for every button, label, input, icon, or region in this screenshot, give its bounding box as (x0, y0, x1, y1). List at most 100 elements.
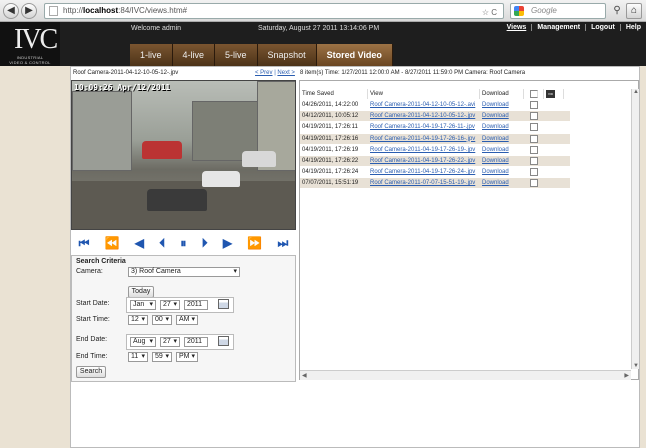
reverse-play-icon[interactable]: ◀ (135, 236, 144, 250)
end-month-select[interactable]: Aug (130, 337, 156, 347)
select-all-checkbox[interactable] (530, 90, 538, 98)
end-day-select[interactable]: 27 (160, 337, 180, 347)
home-icon[interactable]: ⌂ (626, 3, 642, 19)
reload-icon[interactable]: C (491, 8, 497, 17)
start-month-select[interactable]: Jan (130, 300, 156, 310)
row-time: 04/19/2011, 17:26:24 (302, 169, 359, 176)
search-go-icon[interactable]: ⚲ (610, 3, 624, 19)
scroll-left-icon[interactable]: ◀ (302, 372, 307, 379)
end-calendar-icon[interactable] (218, 336, 229, 346)
step-back-icon[interactable]: ⏴ (159, 236, 165, 251)
end-ampm-select[interactable]: PM (176, 352, 198, 362)
row-checkbox[interactable] (530, 145, 538, 154)
last-frame-icon[interactable]: ⏭ (277, 236, 288, 251)
header-download[interactable]: Download (480, 89, 524, 99)
header-view[interactable]: View (368, 89, 480, 99)
company-logo: IVC INDUSTRIAL VIDEO & CONTROL (0, 22, 60, 66)
bookmark-star-icon[interactable]: ☆ (482, 8, 489, 17)
video-frame[interactable]: 10:09:26 Apr/12/2011 (71, 80, 296, 230)
menu-logout[interactable]: Logout (585, 24, 620, 31)
vertical-scrollbar[interactable]: ▲ ▼ (631, 89, 639, 369)
top-menu: Views Management Logout Help (502, 24, 646, 31)
rewind-fast-icon[interactable]: ⏪ (105, 236, 120, 250)
row-select[interactable] (524, 111, 544, 121)
forward-button[interactable]: ▶ (21, 3, 37, 19)
row-select[interactable] (524, 100, 544, 110)
video-car (242, 151, 276, 167)
header-time-saved[interactable]: Time Saved (300, 89, 368, 99)
row-time: 07/07/2011, 15:51:19 (302, 180, 359, 187)
header-select-all[interactable] (524, 89, 544, 99)
tab-1-live[interactable]: 1-live (130, 44, 173, 66)
camera-select[interactable]: 3) Roof Camera (128, 267, 240, 277)
next-link[interactable]: Next > (277, 70, 295, 76)
row-checkbox[interactable] (530, 134, 538, 143)
row-select[interactable] (524, 122, 544, 132)
row-select[interactable] (524, 156, 544, 166)
start-hour-select[interactable]: 12 (128, 315, 148, 325)
back-button[interactable]: ◀ (3, 3, 19, 19)
page-icon (49, 6, 58, 16)
menu-management[interactable]: Management (531, 24, 585, 31)
play-icon[interactable]: ▶ (223, 236, 232, 250)
menu-views[interactable]: Views (502, 24, 532, 31)
row-view-link[interactable]: Roof Camera-2011-04-12-10-05-12-.avi (368, 100, 480, 110)
row-select[interactable] (524, 134, 544, 144)
tab-5-live[interactable]: 5-live (215, 44, 258, 66)
row-view-link[interactable]: Roof Camera-2011-04-19-17-26-16-.jpv (368, 134, 480, 144)
tab-4-live[interactable]: 4-live (172, 44, 216, 66)
scroll-up-icon[interactable]: ▲ (633, 89, 639, 95)
start-calendar-icon[interactable] (218, 299, 229, 309)
tab-stored-video[interactable]: Stored Video (316, 44, 393, 66)
row-view-link[interactable]: Roof Camera-2011-04-19-17-26-22-.jpv (368, 156, 480, 166)
fast-forward-icon[interactable]: ⏩ (247, 236, 262, 250)
row-select[interactable] (524, 145, 544, 155)
tab-snapshot[interactable]: Snapshot (257, 44, 317, 66)
row-download-link[interactable]: Download (480, 145, 524, 155)
row-download-link[interactable]: Download (480, 100, 524, 110)
row-download-link[interactable]: Download (480, 167, 524, 177)
end-minute-select[interactable]: 59 (152, 352, 172, 362)
first-frame-icon[interactable]: ⏮ (79, 236, 90, 251)
row-checkbox[interactable] (530, 123, 538, 132)
end-year-input[interactable]: 2011 (184, 337, 208, 347)
row-checkbox[interactable] (530, 112, 538, 121)
row-view-link[interactable]: Roof Camera-2011-04-19-17-26-24-.jpv (368, 167, 480, 177)
row-checkbox[interactable] (530, 157, 538, 165)
row-select[interactable] (524, 178, 544, 188)
row-download-link[interactable]: Download (480, 178, 524, 188)
start-day-select[interactable]: 27 (160, 300, 180, 310)
row-download-link[interactable]: Download (480, 122, 524, 132)
end-hour-select[interactable]: 11 (128, 352, 148, 362)
scroll-down-icon[interactable]: ▼ (633, 363, 639, 369)
start-minute-select[interactable]: 00 (152, 315, 172, 325)
step-forward-icon[interactable]: ⏵ (202, 236, 208, 251)
results-table: Time Saved View Download VID 04/26/2011,… (299, 80, 639, 380)
table-row: 04/19/2011, 17:26:19 Roof Camera-2011-04-… (300, 145, 570, 155)
row-view-link[interactable]: Roof Camera-2011-04-19-17-26-19-.jpv (368, 145, 480, 155)
row-view-link[interactable]: Roof Camera-2011-04-19-17-26-11-.jpv (368, 122, 480, 132)
horizontal-scrollbar[interactable]: ◀ ▶ (300, 370, 631, 380)
scroll-right-icon[interactable]: ▶ (624, 372, 629, 379)
menu-help[interactable]: Help (619, 24, 646, 31)
row-checkbox[interactable] (530, 168, 538, 177)
start-ampm-select[interactable]: AM (176, 315, 198, 325)
row-download-link[interactable]: Download (480, 111, 524, 121)
row-checkbox[interactable] (530, 179, 538, 188)
table-row: 04/19/2011, 17:26:24 Roof Camera-2011-04-… (300, 167, 570, 177)
table-row: 04/26/2011, 14:22:00 Roof Camera-2011-04-… (300, 100, 570, 110)
video-car (142, 141, 182, 159)
prev-link[interactable]: < Prev (255, 70, 273, 76)
row-download-link[interactable]: Download (480, 156, 524, 166)
row-view-link[interactable]: Roof Camera-2011-04-12-10-05-12-.jpv (368, 111, 480, 121)
row-select[interactable] (524, 167, 544, 177)
row-download-link[interactable]: Download (480, 134, 524, 144)
row-view-link[interactable]: Roof Camera-2011-07-07-15-51-19-.jpv (368, 178, 480, 188)
pause-icon[interactable]: ⏸ (180, 236, 186, 251)
row-checkbox[interactable] (530, 101, 538, 109)
search-button[interactable]: Search (76, 366, 106, 378)
address-bar[interactable]: http://localhost:84/IVC/views.htm# ☆ C (44, 3, 504, 19)
table-row: 04/19/2011, 17:26:16 Roof Camera-2011-04-… (300, 133, 570, 144)
start-year-input[interactable]: 2011 (184, 300, 208, 310)
search-input[interactable]: Google (510, 3, 606, 19)
